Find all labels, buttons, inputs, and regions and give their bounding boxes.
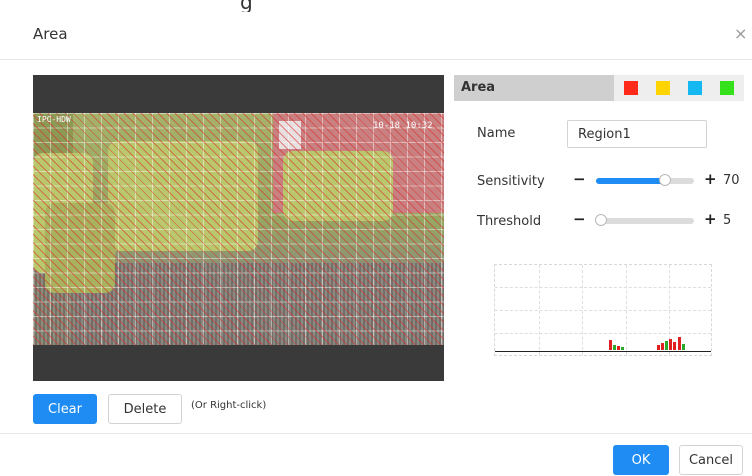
sensitivity-minus-button[interactable]: − <box>573 172 586 187</box>
close-icon[interactable]: × <box>734 26 747 42</box>
area-swatch-red[interactable] <box>624 81 638 95</box>
graph-gridline-h1 <box>495 287 711 288</box>
detection-area-overlay[interactable] <box>33 113 444 345</box>
clear-button[interactable]: Clear <box>33 394 97 424</box>
ok-button[interactable]: OK <box>613 445 669 475</box>
header-divider <box>0 59 752 60</box>
graph-bar <box>673 342 676 350</box>
name-input[interactable] <box>567 120 707 148</box>
area-color-tabs <box>614 75 744 101</box>
sensitivity-slider-thumb[interactable] <box>658 174 671 186</box>
sensitivity-value: 70 <box>723 173 740 188</box>
graph-gridline-h2 <box>495 310 711 311</box>
sensitivity-slider[interactable] <box>596 174 694 186</box>
camera-scene[interactable]: IPC-HDW 10-18 10:32 <box>33 113 444 345</box>
sensitivity-plus-button[interactable]: + <box>704 172 717 187</box>
graph-bar <box>682 344 685 350</box>
graph-threshold-line <box>495 351 711 352</box>
video-preview[interactable]: IPC-HDW 10-18 10:32 <box>33 75 444 381</box>
top-partial-strip: g <box>0 0 752 12</box>
osd-timestamp: 10-18 10:32 <box>373 121 433 131</box>
top-partial-text: g <box>240 0 253 12</box>
threshold-minus-button[interactable]: − <box>573 212 586 227</box>
footer-divider <box>0 433 752 434</box>
graph-bar <box>621 347 624 350</box>
sensitivity-slider-fill <box>596 178 665 184</box>
area-swatch-cyan[interactable] <box>688 81 702 95</box>
graph-bar <box>661 343 664 350</box>
graph-bar <box>617 346 620 350</box>
area-swatch-green[interactable] <box>720 81 734 95</box>
graph-gridline-h3 <box>495 333 711 334</box>
graph-bar <box>657 345 660 350</box>
right-click-hint: (Or Right-click) <box>191 400 267 411</box>
threshold-slider-thumb[interactable] <box>594 214 607 226</box>
graph-bar <box>678 337 681 350</box>
threshold-slider[interactable] <box>594 214 694 226</box>
delete-button[interactable]: Delete <box>108 394 182 424</box>
graph-bar <box>669 339 672 350</box>
graph-bar <box>613 345 616 350</box>
threshold-value: 5 <box>723 213 732 228</box>
name-label: Name <box>477 126 516 141</box>
area-panel-header: Area <box>454 75 744 101</box>
area-panel-label: Area <box>461 80 496 95</box>
threshold-label: Threshold <box>477 214 542 229</box>
area-swatch-yellow[interactable] <box>656 81 670 95</box>
dialog-title: Area <box>33 25 68 43</box>
motion-activity-graph <box>494 264 712 356</box>
osd-channel-text: IPC-HDW <box>37 115 71 124</box>
sensitivity-label: Sensitivity <box>477 174 545 189</box>
cancel-button[interactable]: Cancel <box>679 445 743 475</box>
threshold-plus-button[interactable]: + <box>704 212 717 227</box>
graph-bar <box>665 341 668 350</box>
graph-bar <box>609 340 612 350</box>
